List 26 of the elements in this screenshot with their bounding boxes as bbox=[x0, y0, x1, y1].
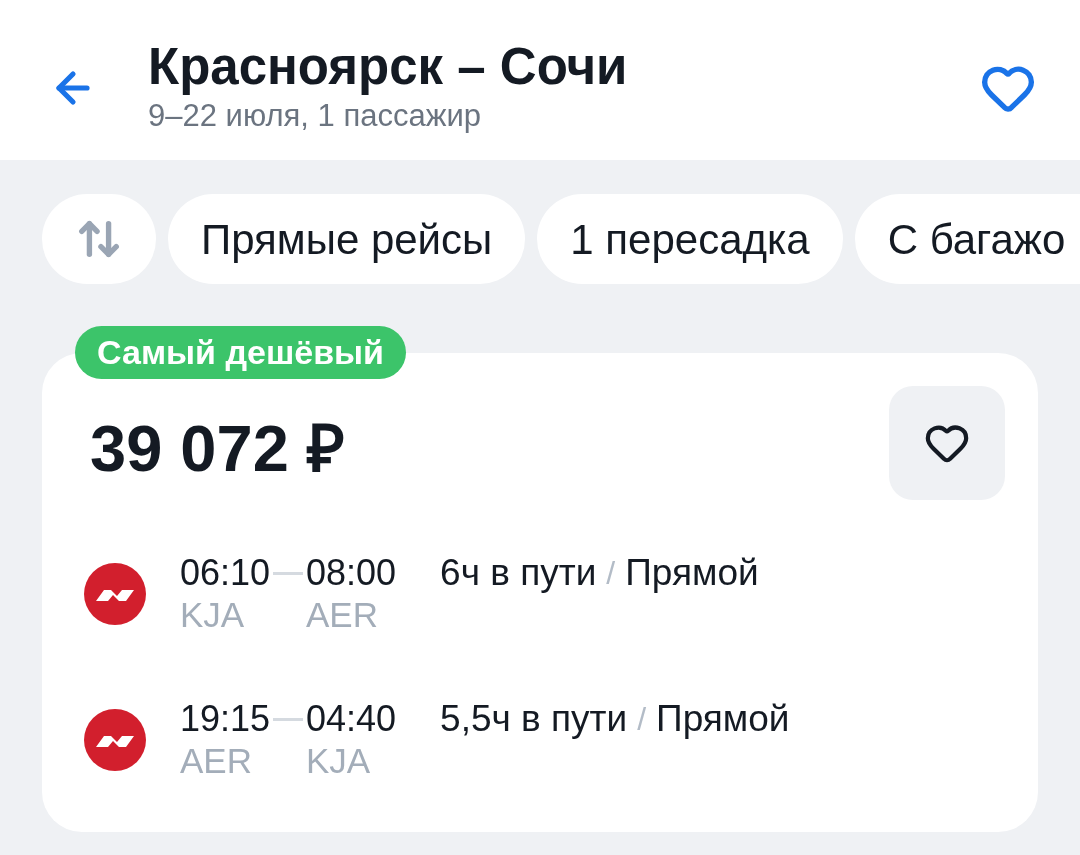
departure-time: 19:15 bbox=[180, 698, 271, 740]
favorite-button[interactable] bbox=[889, 386, 1005, 500]
arrival-time: 08:00 bbox=[306, 552, 397, 594]
filter-chip[interactable]: 1 пересадка bbox=[537, 194, 843, 284]
cheapest-badge: Самый дешёвый bbox=[75, 326, 406, 379]
trip-details: 9–22 июля, 1 пассажир bbox=[148, 98, 482, 134]
filter-chip[interactable]: Прямые рейсы bbox=[168, 194, 526, 284]
departure-time: 06:10 bbox=[180, 552, 271, 594]
duration: 6ч в пути bbox=[440, 552, 597, 594]
price: 39 072 ₽ bbox=[90, 413, 345, 487]
stops: Прямой bbox=[656, 698, 790, 740]
duration: 5,5ч в пути bbox=[440, 698, 628, 740]
destination-code: KJA bbox=[306, 740, 372, 782]
destination-code: AER bbox=[306, 594, 379, 636]
separator: / bbox=[606, 554, 616, 593]
route-title: Красноярск – Сочи bbox=[148, 38, 628, 96]
filter-chip[interactable]: С багажо bbox=[854, 194, 1080, 284]
origin-code: KJA bbox=[180, 594, 246, 636]
airline-logo-icon bbox=[84, 709, 146, 771]
arrival-time: 04:40 bbox=[306, 698, 397, 740]
origin-code: AER bbox=[180, 740, 253, 782]
stops: Прямой bbox=[625, 552, 759, 594]
airline-logo-icon bbox=[84, 563, 146, 625]
separator: / bbox=[637, 700, 647, 739]
time-dash bbox=[273, 717, 303, 721]
time-dash bbox=[273, 571, 303, 575]
